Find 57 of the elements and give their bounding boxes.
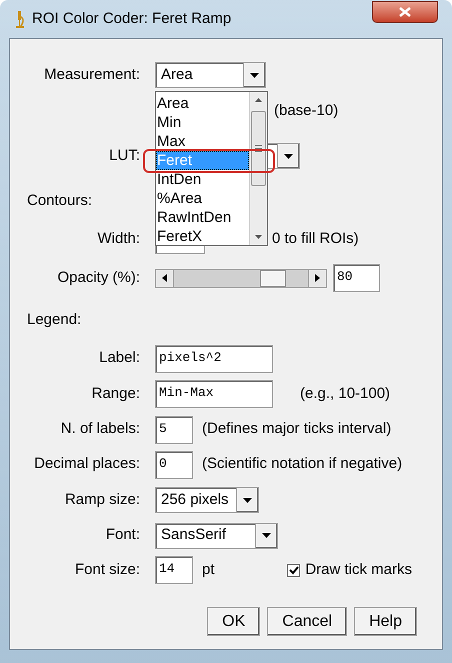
text-field[interactable]: Min-Max [155, 380, 273, 408]
up-arrow-icon [255, 98, 262, 102]
scroll-thumb[interactable] [251, 111, 266, 186]
caret-icon [284, 154, 293, 158]
caret-icon [250, 72, 259, 78]
dropdown[interactable]: 256 pixels [155, 487, 259, 513]
microscope-icon [14, 10, 26, 28]
list-item[interactable]: %Area [156, 189, 249, 208]
log-note: (base-10) [274, 101, 338, 122]
field-label: Range: [92, 384, 140, 404]
number-field[interactable]: 5 [155, 416, 193, 444]
width-note: 0 to fill ROIs) [272, 229, 359, 250]
field-label: Font size: [74, 560, 140, 580]
opacity-field[interactable]: 80 [333, 264, 380, 292]
list-item[interactable]: Area [156, 94, 249, 113]
field-label: Width: [97, 229, 140, 250]
window-title: ROI Color Coder: Feret Ramp [32, 8, 232, 29]
list-item[interactable]: Max [156, 132, 249, 151]
field-label: Label: [99, 348, 140, 368]
text-field[interactable]: pixels^2 [155, 344, 273, 372]
down-arrow-icon [255, 235, 262, 239]
opacity-slider[interactable] [155, 268, 327, 288]
dropdown[interactable]: SansSerif [155, 522, 278, 548]
checkbox[interactable] [287, 564, 300, 576]
hint-text: (e.g., 10-100) [300, 384, 390, 404]
close-button[interactable] [372, 1, 438, 23]
list-item[interactable]: FeretX [156, 227, 249, 246]
caret-icon [262, 533, 271, 538]
field-label: LUT: [109, 146, 140, 166]
close-icon [399, 7, 411, 17]
caret-icon [243, 498, 252, 502]
field-label: Decimal places: [34, 454, 140, 474]
tick-marks-checkbox[interactable]: Draw tick marks [287, 558, 412, 582]
slider-thumb[interactable] [260, 270, 286, 286]
left-arrow-icon [162, 274, 167, 282]
list-item[interactable]: IntDen [156, 170, 249, 189]
check-icon [288, 566, 299, 574]
measurement-dropdown[interactable]: Area [155, 62, 266, 88]
section-heading: Contours: [27, 190, 92, 211]
number-field[interactable]: 0 [155, 450, 193, 478]
hint-text: (Defines major ticks interval) [202, 419, 392, 440]
list-item[interactable]: RawIntDen [156, 208, 249, 227]
hint-text: (Scientific notation if negative) [202, 454, 402, 474]
field-label: Font: [106, 525, 140, 546]
hint-text: pt [202, 560, 215, 580]
list-item[interactable]: Min [156, 113, 249, 132]
field-label: N. of labels: [60, 419, 140, 440]
list-scrollbar[interactable] [249, 92, 267, 245]
number-field[interactable]: 14 [155, 556, 193, 584]
field-label: Ramp size: [64, 490, 140, 510]
section-heading: Legend: [27, 310, 82, 330]
dialog-button[interactable]: OK [207, 607, 260, 636]
dialog-button[interactable]: Cancel [267, 607, 348, 636]
field-label: Opacity (%): [57, 268, 140, 288]
field-label: Measurement: [44, 64, 140, 85]
dialog-button[interactable]: Help [354, 607, 417, 636]
right-arrow-icon [315, 274, 320, 282]
